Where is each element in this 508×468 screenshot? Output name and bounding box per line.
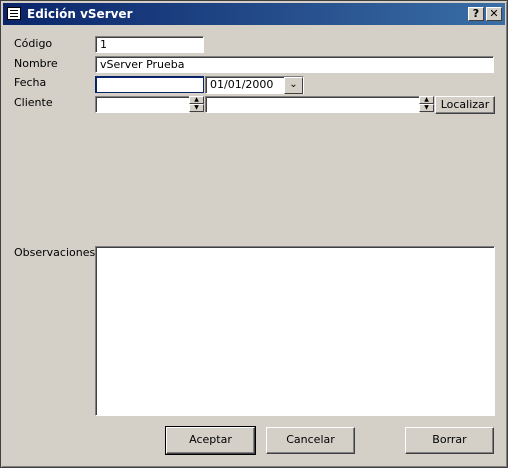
window-icon — [7, 7, 21, 20]
help-button[interactable]: ? — [468, 7, 484, 21]
dialog-window: Edición vServer ? ✕ Código 1 Nombre vSer… — [0, 0, 508, 468]
codigo-input[interactable]: 1 — [95, 36, 204, 53]
chevron-down-icon[interactable]: ⌄ — [284, 77, 303, 94]
window-title: Edición vServer — [27, 7, 133, 21]
observaciones-textarea[interactable] — [95, 246, 495, 416]
spin-up-icon[interactable]: ▲ — [419, 96, 434, 104]
cliente-label: Cliente — [14, 96, 53, 109]
aceptar-button[interactable]: Aceptar — [165, 426, 256, 455]
localizar-button[interactable]: Localizar — [435, 96, 495, 114]
nombre-label: Nombre — [14, 57, 58, 70]
nombre-input[interactable]: vServer Prueba — [95, 56, 494, 73]
fecha-label: Fecha — [14, 76, 47, 89]
fecha-date-value: 01/01/2000 — [210, 78, 274, 91]
spin-up-icon[interactable]: ▲ — [189, 96, 204, 104]
spin-down-icon[interactable]: ▼ — [419, 104, 434, 112]
close-button[interactable]: ✕ — [486, 7, 502, 21]
observaciones-label: Observaciones — [14, 246, 96, 259]
cancelar-button[interactable]: Cancelar — [266, 427, 355, 454]
fecha-input[interactable] — [95, 76, 204, 93]
codigo-label: Código — [14, 37, 53, 50]
cliente-code-spinner[interactable]: ▲ ▼ — [189, 96, 204, 112]
borrar-button[interactable]: Borrar — [405, 427, 494, 454]
cliente-name-input[interactable] — [205, 96, 420, 113]
title-bar[interactable]: Edición vServer ? ✕ — [3, 3, 505, 25]
cliente-name-spinner[interactable]: ▲ ▼ — [419, 96, 434, 112]
spin-down-icon[interactable]: ▼ — [189, 104, 204, 112]
cliente-code-input[interactable] — [95, 96, 190, 113]
